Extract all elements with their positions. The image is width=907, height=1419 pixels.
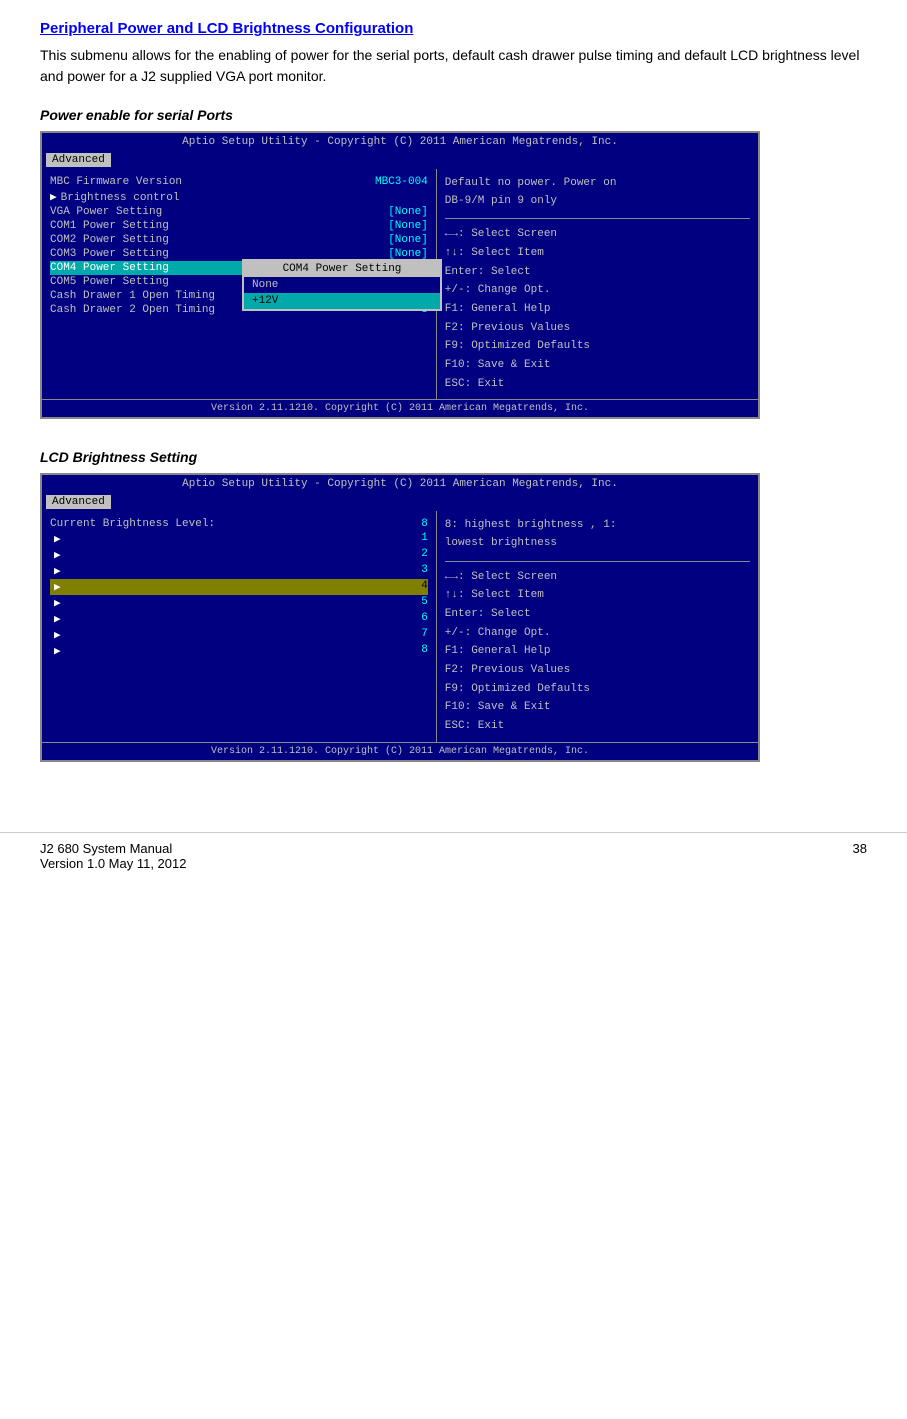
footer-version: Version 1.0 May 11, 2012 <box>40 856 186 871</box>
bios-help-text-1: Default no power. Power onDB-9/M pin 9 o… <box>445 175 750 210</box>
list-item[interactable]: ▶1 <box>50 531 428 547</box>
row-value: MBC3-004 <box>375 176 428 188</box>
arrow-icon: ▶ <box>54 532 61 546</box>
row-value: 8 <box>421 518 428 530</box>
row-label: COM2 Power Setting <box>50 234 388 246</box>
bios-footer-1: Version 2.11.1210. Copyright (C) 2011 Am… <box>42 399 758 417</box>
popup-item-12v[interactable]: +12V <box>244 293 440 309</box>
row-value: [None] <box>388 234 428 246</box>
list-item[interactable]: ▶6 <box>50 611 428 627</box>
bios-header-2: Aptio Setup Utility - Copyright (C) 2011… <box>42 475 758 493</box>
row-label: COM1 Power Setting <box>50 220 388 232</box>
com4-popup[interactable]: COM4 Power Setting None +12V <box>242 259 442 311</box>
table-row: VGA Power Setting [None] <box>50 205 428 219</box>
list-item[interactable]: ▶3 <box>50 563 428 579</box>
bios-nav-text-1: ←→: Select Screen ↑↓: Select Item Enter:… <box>445 225 750 393</box>
bios-screen-1: Aptio Setup Utility - Copyright (C) 2011… <box>40 131 760 419</box>
table-row: COM1 Power Setting [None] <box>50 219 428 233</box>
arrow-icon: ▶ <box>54 548 61 562</box>
page-title: Peripheral Power and LCD Brightness Conf… <box>40 20 867 37</box>
bios-left-panel-2: Current Brightness Level: 8 ▶1 ▶2 ▶3 ▶4 … <box>42 511 436 741</box>
table-row: ▶Brightness control <box>50 189 428 205</box>
page-content: Peripheral Power and LCD Brightness Conf… <box>0 0 907 812</box>
intro-text: This submenu allows for the enabling of … <box>40 45 867 87</box>
table-row: COM2 Power Setting [None] <box>50 233 428 247</box>
popup-item-none[interactable]: None <box>244 277 440 293</box>
bios-tab-bar-2: Advanced <box>42 493 758 511</box>
row-value: [None] <box>388 206 428 218</box>
list-item-selected[interactable]: ▶4 <box>50 579 428 595</box>
table-row: MBC Firmware Version MBC3-004 <box>50 175 428 189</box>
bios-tab-advanced-1[interactable]: Advanced <box>46 153 111 167</box>
row-label: ▶Brightness control <box>50 190 428 204</box>
list-item[interactable]: ▶5 <box>50 595 428 611</box>
popup-title: COM4 Power Setting <box>244 261 440 277</box>
section2-title: LCD Brightness Setting <box>40 449 867 465</box>
arrow-icon: ▶ <box>54 628 61 642</box>
section1-title: Power enable for serial Ports <box>40 107 867 123</box>
bios-header-1: Aptio Setup Utility - Copyright (C) 2011… <box>42 133 758 151</box>
arrow-icon: ▶ <box>54 644 61 658</box>
footer-left: J2 680 System Manual Version 1.0 May 11,… <box>40 841 186 871</box>
page-footer: J2 680 System Manual Version 1.0 May 11,… <box>0 832 907 879</box>
arrow-icon: ▶ <box>54 564 61 578</box>
row-value: [None] <box>388 220 428 232</box>
bios-tab-bar-1: Advanced <box>42 151 758 169</box>
arrow-icon: ▶ <box>54 612 61 626</box>
list-item[interactable]: ▶8 <box>50 643 428 659</box>
bios-right-panel-1: Default no power. Power onDB-9/M pin 9 o… <box>436 169 758 399</box>
footer-manual-title: J2 680 System Manual <box>40 841 186 856</box>
arrow-icon: ▶ <box>54 580 61 594</box>
bios-right-panel-2: 8: highest brightness , 1:lowest brightn… <box>436 511 758 741</box>
bios-nav-text-2: ←→: Select Screen ↑↓: Select Item Enter:… <box>445 568 750 736</box>
bios-help-text-2: 8: highest brightness , 1:lowest brightn… <box>445 517 750 552</box>
list-item[interactable]: ▶2 <box>50 547 428 563</box>
bios-screen-2: Aptio Setup Utility - Copyright (C) 2011… <box>40 473 760 761</box>
arrow-icon: ▶ <box>54 596 61 610</box>
bios-tab-advanced-2[interactable]: Advanced <box>46 495 111 509</box>
bios-left-panel-1: MBC Firmware Version MBC3-004 ▶Brightnes… <box>42 169 436 399</box>
table-row-current-brightness: Current Brightness Level: 8 <box>50 517 428 531</box>
list-item[interactable]: ▶7 <box>50 627 428 643</box>
bios-footer-2: Version 2.11.1210. Copyright (C) 2011 Am… <box>42 742 758 760</box>
footer-page-number: 38 <box>853 841 867 871</box>
row-label: Current Brightness Level: <box>50 518 421 530</box>
bios-body-1: MBC Firmware Version MBC3-004 ▶Brightnes… <box>42 169 758 399</box>
row-label: VGA Power Setting <box>50 206 388 218</box>
bios-body-2: Current Brightness Level: 8 ▶1 ▶2 ▶3 ▶4 … <box>42 511 758 741</box>
row-label: MBC Firmware Version <box>50 176 375 188</box>
